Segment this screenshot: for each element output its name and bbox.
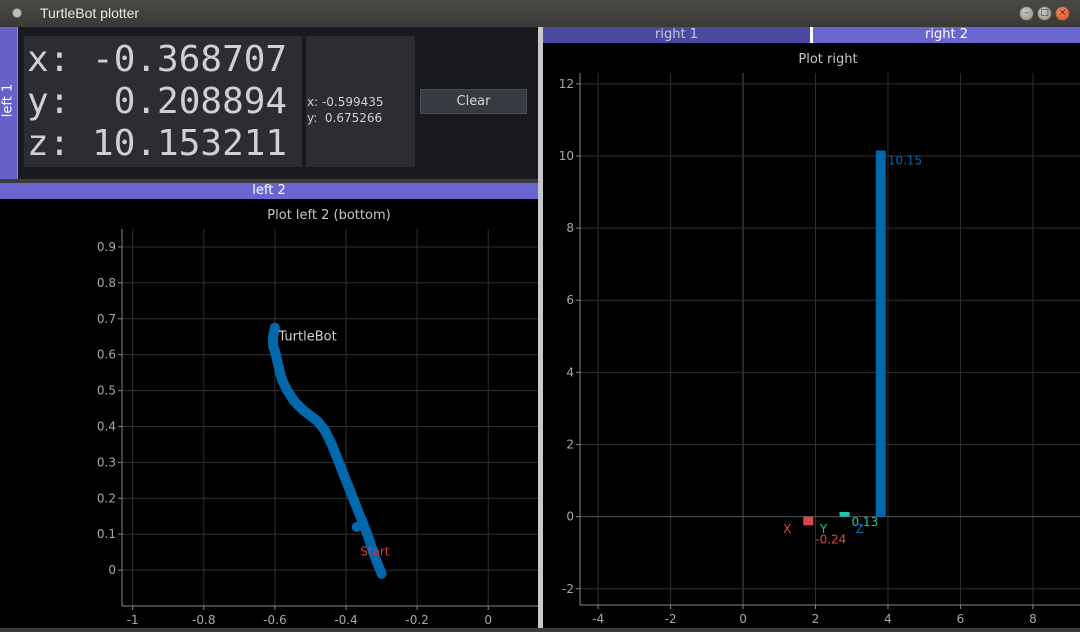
- bar-x: [803, 516, 814, 526]
- y-tick-label: 0.7: [97, 312, 116, 326]
- tab-right1[interactable]: right 1: [543, 27, 810, 43]
- y-tick-label: 0: [108, 563, 116, 577]
- trajectory-chart[interactable]: Plot left 2 (bottom) -1 -0.8 -0.6 -0.4 -0.2 0…: [0, 199, 538, 628]
- z-value: z: 10.153211: [27, 123, 288, 164]
- y-tick-label: 0.1: [97, 527, 116, 541]
- tab-left2[interactable]: left 2: [0, 183, 538, 199]
- y-tick-label: 2: [566, 437, 574, 451]
- close-icon[interactable]: ×: [1055, 6, 1070, 21]
- start-label: Start: [360, 544, 390, 558]
- y-tick-label: 0.4: [97, 419, 116, 433]
- x-tick-label: 8: [1029, 612, 1037, 626]
- left1-panel: left 1 x: -0.368707 y: 0.208894 z: 10.15…: [0, 27, 538, 179]
- window-title: TurtleBot plotter: [40, 5, 140, 21]
- plot-left2-title: Plot left 2 (bottom): [267, 208, 390, 223]
- y-tick-label: 0.5: [97, 384, 116, 398]
- maximize-icon[interactable]: □: [1037, 6, 1052, 21]
- mouse-readout: x: -0.599435 y: 0.675266: [306, 36, 415, 167]
- bar-z-category-label: Z: [856, 522, 864, 536]
- tab-right2[interactable]: right 2: [813, 27, 1080, 43]
- trajectory-point: [376, 568, 387, 579]
- y-tick-label: 6: [566, 293, 574, 307]
- y-value: y: 0.208894: [27, 81, 288, 122]
- mouse-x-value: x: -0.599435: [307, 95, 384, 109]
- y-tick-label: 0: [566, 510, 574, 524]
- plot-right-title: Plot right: [798, 52, 857, 67]
- y-tick-label: 0.2: [97, 491, 116, 505]
- y-tick-label: 10: [559, 149, 574, 163]
- bar-z-value-label: 10.15: [888, 154, 922, 168]
- y-tick-label: 0.8: [97, 276, 116, 290]
- bar-z: [875, 150, 886, 517]
- x-tick-label: -4: [592, 612, 604, 626]
- x-tick-label: 2: [812, 612, 820, 626]
- y-tick-label: 8: [566, 221, 574, 235]
- plot-right[interactable]: Plot right -4 -2 0 2 4 6 8 -2 0 2 4 6 8 10 12 X -0.24 Y 0.…: [543, 43, 1080, 628]
- x-tick-label: -0.2: [405, 613, 428, 627]
- tab-left1-label: left 1: [0, 83, 16, 118]
- xyz-bar-chart[interactable]: Plot right -4 -2 0 2 4 6 8-2024681012X-0.24Y 0.…: [543, 43, 1080, 628]
- clear-button[interactable]: Clear: [420, 89, 527, 114]
- bar-y: [839, 511, 850, 517]
- bar-y-category-label: Y: [819, 522, 828, 536]
- bar-x-category-label: X: [783, 522, 791, 536]
- x-tick-label: -0.6: [263, 613, 286, 627]
- title-bar: TurtleBot plotter – □ ×: [0, 0, 1080, 28]
- position-readout: x: -0.368707 y: 0.208894 z: 10.153211: [24, 36, 302, 167]
- app-icon: [12, 8, 22, 18]
- y-tick-label: 4: [566, 365, 574, 379]
- mouse-y-value: y: 0.675266: [307, 111, 383, 125]
- x-tick-label: 6: [957, 612, 965, 626]
- x-tick-label: -2: [665, 612, 677, 626]
- minimize-icon[interactable]: –: [1019, 6, 1034, 21]
- x-tick-label: 4: [884, 612, 892, 626]
- x-value: x: -0.368707: [27, 39, 288, 80]
- y-tick-label: -2: [562, 582, 574, 596]
- x-tick-label: 0: [484, 613, 492, 627]
- x-tick-label: -1: [127, 613, 139, 627]
- turtlebot-label: TurtleBot: [277, 329, 336, 344]
- trajectory-point: [351, 522, 362, 533]
- x-tick-label: -0.8: [192, 613, 215, 627]
- y-tick-label: 12: [559, 77, 574, 91]
- y-tick-label: 0.3: [97, 455, 116, 469]
- y-tick-label: 0.6: [97, 348, 116, 362]
- right-tab-bar: right 1 right 2: [543, 27, 1080, 43]
- x-tick-label: 0: [739, 612, 747, 626]
- plot-left2[interactable]: Plot left 2 (bottom) -1 -0.8 -0.6 -0.4 -0.2 0…: [0, 199, 538, 628]
- trajectory-line: [268, 322, 387, 579]
- x-tick-label: -0.4: [334, 613, 357, 627]
- tab-left1[interactable]: left 1: [0, 27, 18, 179]
- y-tick-label: 0.9: [97, 240, 116, 254]
